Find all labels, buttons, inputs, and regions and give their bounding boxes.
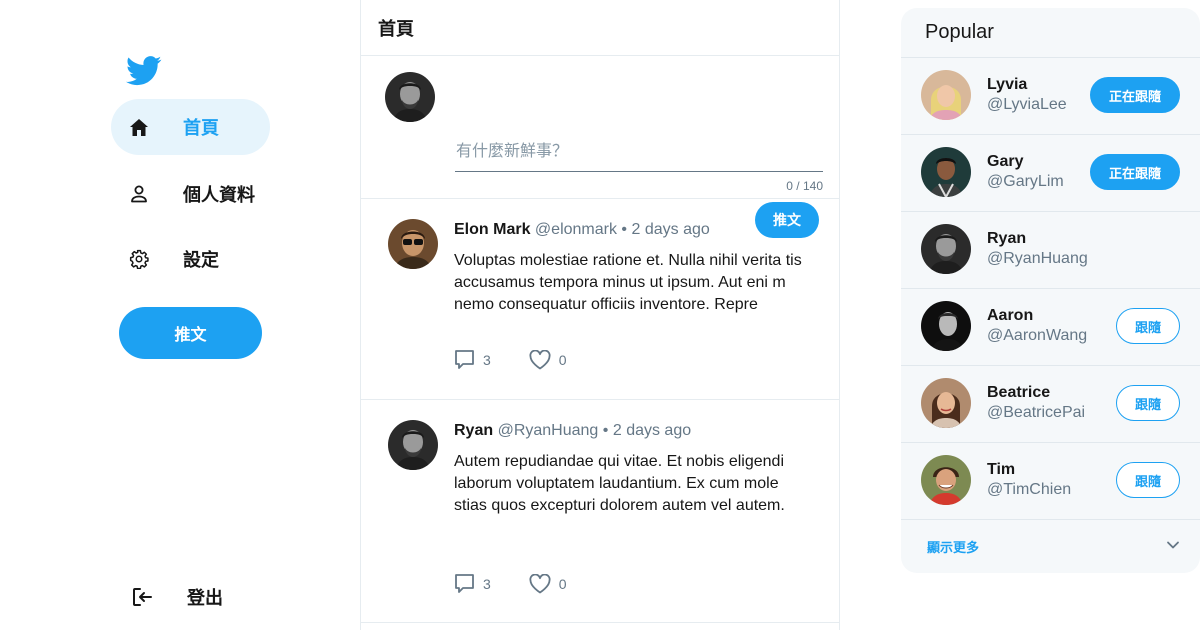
- heart-icon: [529, 349, 551, 369]
- nav-item-label: 個人資料: [183, 185, 255, 205]
- user-handle: @AaronWang: [987, 327, 1088, 344]
- tweet-author-handle[interactable]: @elonmark: [535, 221, 617, 238]
- logout-button[interactable]: 登出: [130, 582, 223, 612]
- sidebar-tweet-button[interactable]: 推文: [119, 307, 262, 359]
- avatar: [385, 72, 435, 122]
- tweet-text: Autem repudiandae qui vitae. Et nobis el…: [454, 453, 785, 514]
- following-button[interactable]: 正在跟隨: [1090, 154, 1180, 190]
- user-icon: [129, 184, 149, 204]
- show-more-button[interactable]: 顯示更多: [901, 520, 1200, 573]
- page-title: 首頁: [378, 18, 414, 39]
- user-name: Tim: [987, 461, 1016, 478]
- tweet-item[interactable]: Elon Mark @elonmark • 2 days ago Volupta…: [361, 199, 839, 400]
- main-header: 首頁: [361, 0, 839, 56]
- user-name: Gary: [987, 153, 1024, 170]
- user-handle: @RyanHuang: [987, 250, 1088, 267]
- following-button[interactable]: 正在跟隨: [1090, 77, 1180, 113]
- gear-icon: [129, 249, 149, 269]
- tweet-header: Elon Mark @elonmark • 2 days ago: [454, 221, 710, 239]
- tweet-actions: 3 0: [454, 349, 605, 370]
- like-count: 0: [558, 351, 567, 368]
- popular-title: Popular: [901, 8, 1200, 58]
- tweet-author-name[interactable]: Elon Mark: [454, 221, 530, 238]
- reply-count: 3: [483, 575, 491, 592]
- tweet-separator: •: [621, 221, 628, 238]
- popular-user-item[interactable]: Beatrice @BeatricePai 跟隨: [901, 366, 1200, 443]
- user-name: Lyvia: [987, 76, 1028, 93]
- tweet-actions: 3 0: [454, 573, 605, 594]
- tweet-text: Voluptas molestiae ratione et. Nulla nih…: [454, 252, 802, 313]
- tweet-composer: 0 / 140 推文: [361, 56, 839, 238]
- avatar[interactable]: [388, 420, 438, 470]
- like-button[interactable]: 0: [529, 349, 567, 370]
- logout-icon: [130, 585, 154, 609]
- popular-user-item[interactable]: Aaron @AaronWang 跟隨: [901, 289, 1200, 366]
- popular-user-item[interactable]: Lyvia @LyviaLee 正在跟隨: [901, 58, 1200, 135]
- reply-icon: [455, 574, 474, 593]
- popular-user-item[interactable]: Gary @GaryLim 正在跟隨: [901, 135, 1200, 212]
- nav-item-label: 設定: [183, 250, 219, 270]
- sidebar: 首頁 個人資料 設定 推文 登出: [0, 0, 360, 630]
- avatar[interactable]: [921, 147, 971, 197]
- user-name: Beatrice: [987, 384, 1051, 401]
- logout-label: 登出: [187, 588, 223, 608]
- popular-user-item[interactable]: Tim @TimChien 跟隨: [901, 443, 1200, 520]
- user-name: Aaron: [987, 307, 1034, 324]
- avatar[interactable]: [388, 219, 438, 269]
- nav-item-home[interactable]: 首頁: [111, 99, 270, 155]
- reply-button[interactable]: 3: [454, 573, 491, 594]
- avatar[interactable]: [921, 301, 971, 351]
- follow-button[interactable]: 跟隨: [1116, 462, 1180, 498]
- nav-item-profile[interactable]: 個人資料: [111, 166, 270, 222]
- popular-panel: Popular Lyvia @LyviaLee 正在跟隨 Gary @GaryL…: [901, 8, 1200, 573]
- nav-item-label: 首頁: [183, 118, 219, 138]
- user-handle: @BeatricePai: [987, 404, 1086, 421]
- home-icon: [129, 117, 149, 137]
- reply-icon: [455, 350, 474, 369]
- main-feed: 首頁 0 / 140 推文 Elon Mark @elonmark • 2 da…: [360, 0, 840, 630]
- heart-icon: [529, 573, 551, 593]
- tweet-timestamp: 2 days ago: [612, 422, 692, 439]
- show-more-label: 顯示更多: [927, 540, 980, 555]
- tweet-item[interactable]: Ryan @RyanHuang • 2 days ago Autem repud…: [361, 400, 839, 623]
- follow-button[interactable]: 跟隨: [1116, 308, 1180, 344]
- user-handle: @LyviaLee: [987, 96, 1067, 113]
- follow-button[interactable]: 跟隨: [1116, 385, 1180, 421]
- user-name: Ryan: [987, 230, 1027, 247]
- chevron-down-icon: [1167, 541, 1179, 549]
- avatar[interactable]: [921, 224, 971, 274]
- popular-user-item[interactable]: Ryan @RyanHuang: [901, 212, 1200, 289]
- like-button[interactable]: 0: [529, 573, 567, 594]
- avatar[interactable]: [921, 70, 971, 120]
- tweet-author-name[interactable]: Ryan: [454, 422, 493, 439]
- tweet-timestamp: 2 days ago: [631, 221, 710, 238]
- character-counter: 0 / 140: [786, 179, 823, 193]
- reply-count: 3: [483, 351, 491, 368]
- user-handle: @GaryLim: [987, 173, 1064, 190]
- like-count: 0: [558, 575, 567, 592]
- tweet-input[interactable]: [455, 136, 823, 172]
- nav-item-settings[interactable]: 設定: [111, 231, 270, 287]
- avatar[interactable]: [921, 455, 971, 505]
- user-handle: @TimChien: [987, 481, 1072, 498]
- reply-button[interactable]: 3: [454, 349, 491, 370]
- tweet-separator: •: [602, 422, 609, 439]
- avatar[interactable]: [921, 378, 971, 428]
- tweet-header: Ryan @RyanHuang • 2 days ago: [454, 422, 691, 440]
- twitter-logo-icon[interactable]: [126, 56, 162, 86]
- tweet-author-handle[interactable]: @RyanHuang: [498, 422, 599, 439]
